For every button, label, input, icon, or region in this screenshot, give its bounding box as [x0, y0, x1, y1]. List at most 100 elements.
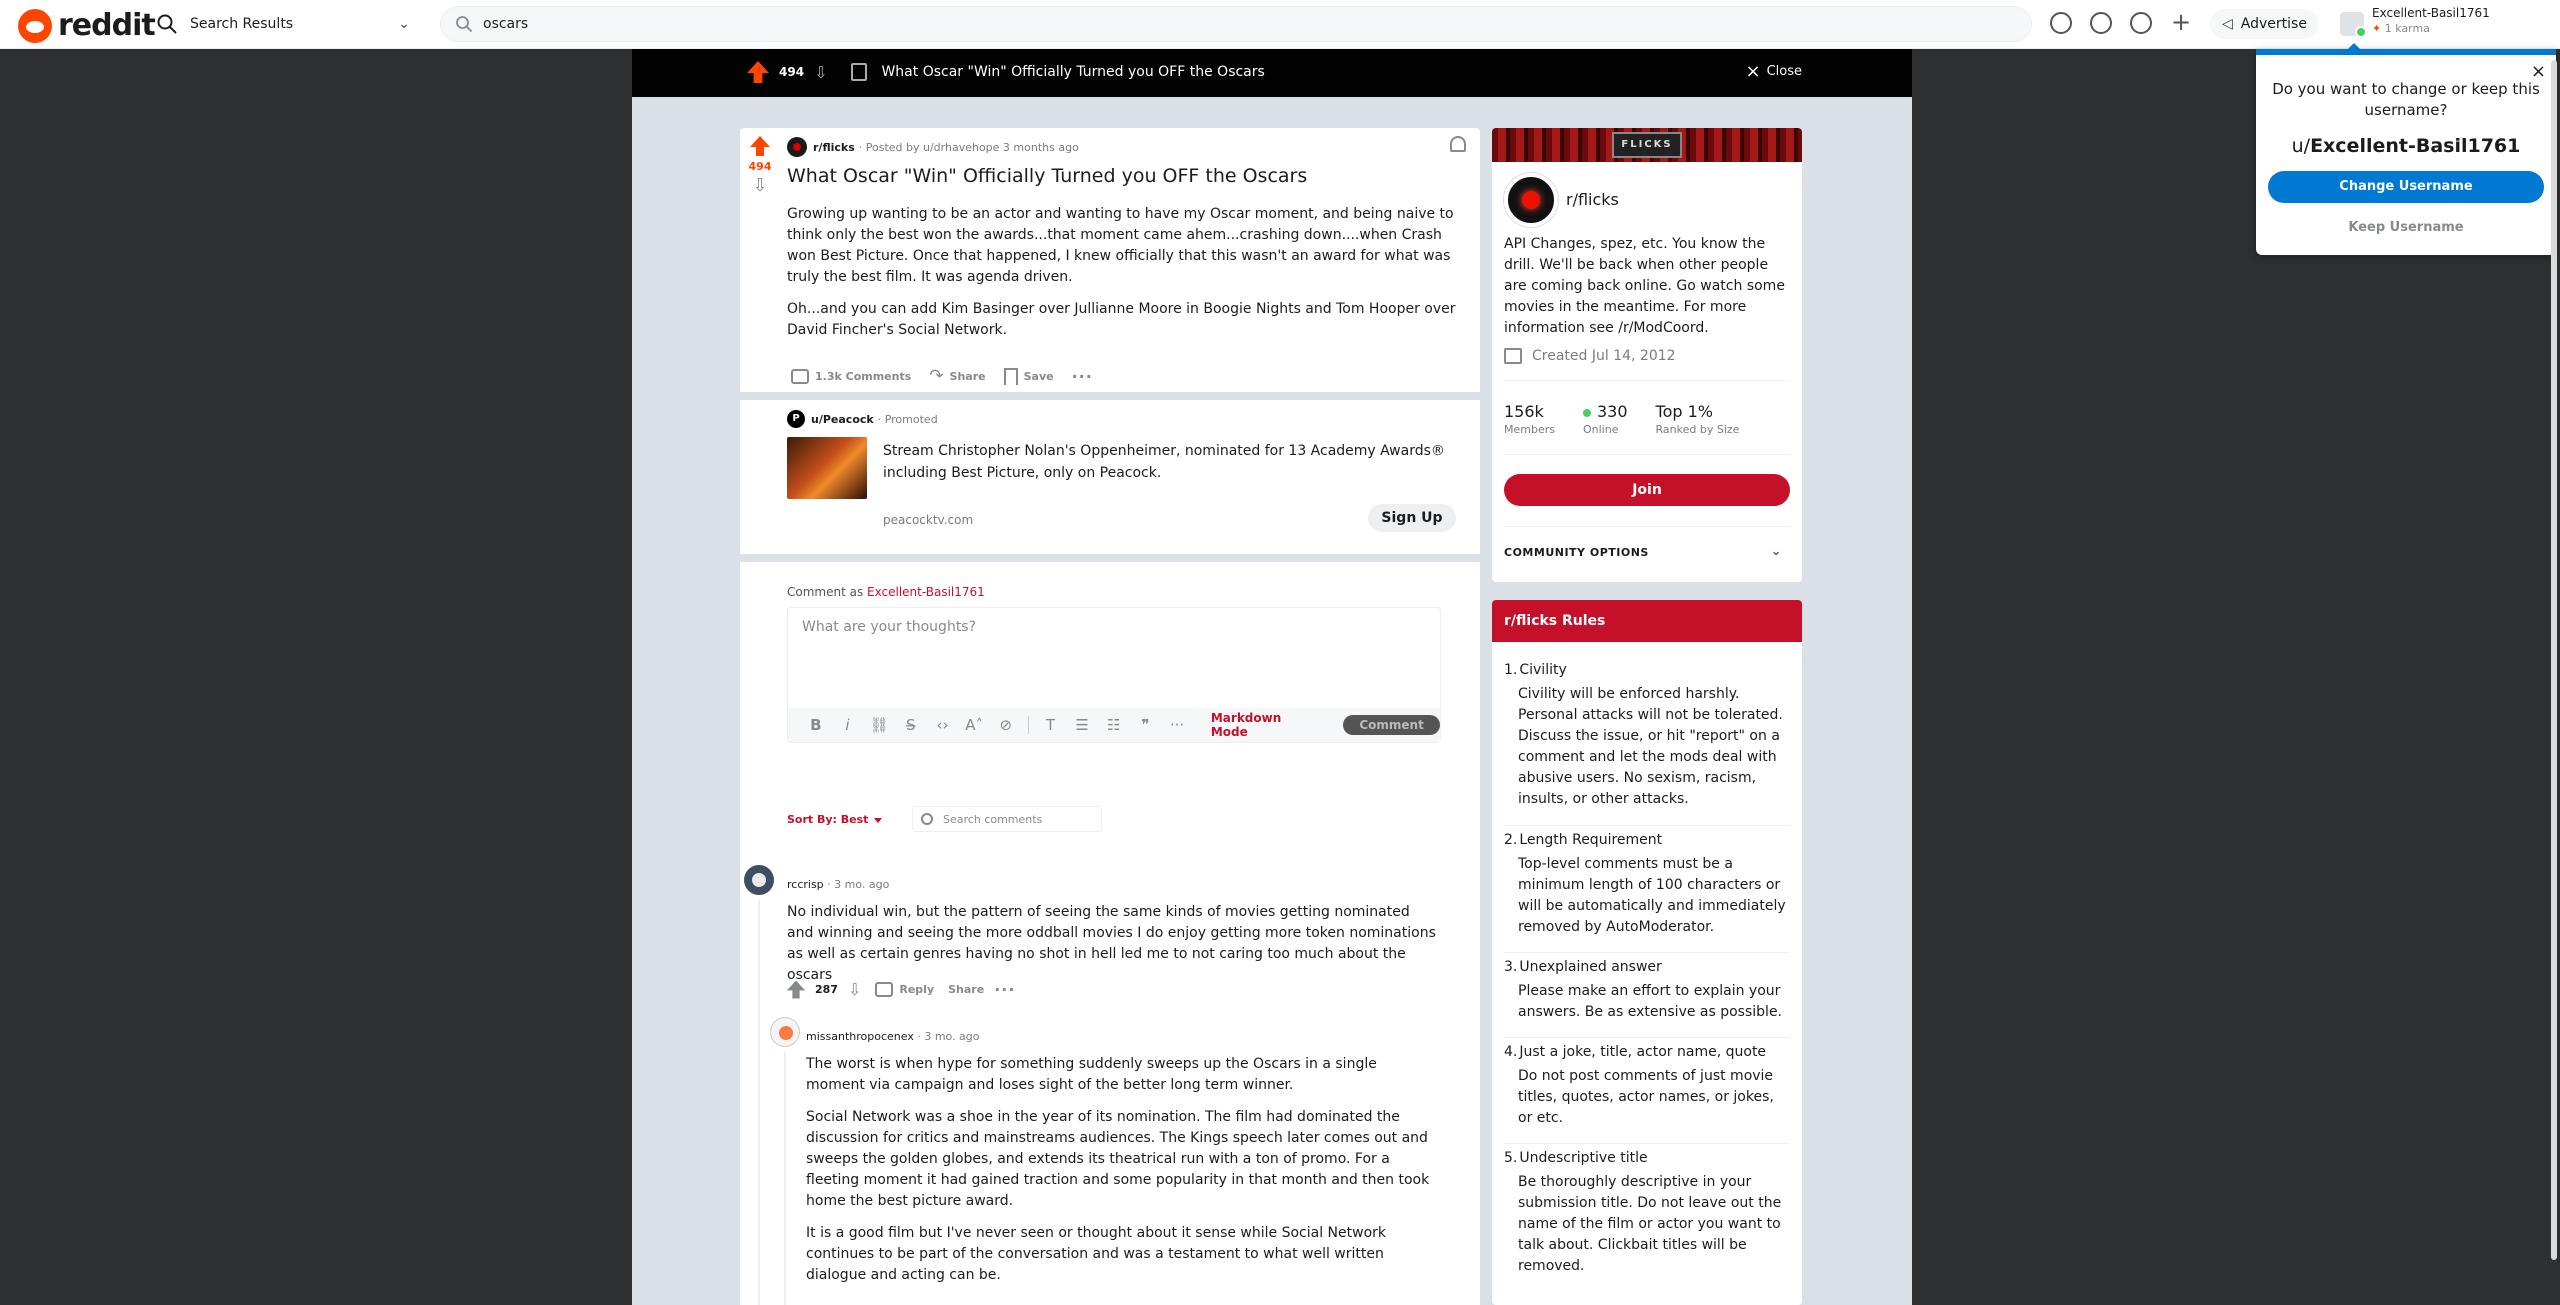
spoiler-icon[interactable]: ⊘ — [990, 716, 1022, 734]
rule-description: Civility will be enforced harshly. Perso… — [1518, 686, 1783, 807]
heading-icon[interactable]: T — [1035, 716, 1067, 734]
promoted-post[interactable]: P u/Peacock · Promoted Stream Christophe… — [740, 400, 1480, 554]
reply-button[interactable]: Reply — [871, 980, 938, 999]
italic-icon[interactable]: i — [832, 716, 864, 734]
change-username-button[interactable]: Change Username — [2268, 171, 2544, 203]
comment-author[interactable]: missanthropocenex — [806, 1030, 914, 1043]
upvote-icon[interactable] — [747, 61, 769, 83]
comment-share-button[interactable]: Share — [948, 983, 984, 996]
bell-icon[interactable] — [1450, 136, 1466, 152]
logo-text: reddit — [58, 8, 156, 43]
bulleted-list-icon[interactable]: ☰ — [1066, 716, 1098, 734]
comment-search-input[interactable]: Search comments — [912, 806, 1102, 832]
comments-button[interactable]: 1.3k Comments — [787, 367, 915, 386]
promoted-label: · Promoted — [877, 412, 938, 426]
scrollbar[interactable] — [2551, 60, 2557, 1260]
ad-thumbnail[interactable] — [787, 437, 867, 499]
sign-up-button[interactable]: Sign Up — [1368, 504, 1456, 532]
numbered-list-icon[interactable]: ☷ — [1098, 716, 1130, 734]
chat-icon[interactable] — [2090, 12, 2112, 34]
strikethrough-icon[interactable]: S̶ — [895, 716, 927, 734]
superscript-icon[interactable]: A˄ — [958, 716, 990, 734]
banner-logo: FLICKS — [1612, 132, 1682, 158]
cake-icon — [1504, 348, 1522, 364]
create-post-icon[interactable]: + — [2170, 10, 2192, 34]
bold-icon[interactable]: B — [800, 716, 832, 734]
avatar[interactable] — [744, 865, 774, 895]
submit-comment-button[interactable]: Comment — [1343, 715, 1441, 735]
top-header: reddit Search Results ⌄ oscars + ◁ Adver… — [0, 0, 2560, 49]
upvote-icon[interactable] — [787, 980, 805, 999]
rule-item[interactable]: 3. Unexplained answer Please make an effo… — [1504, 959, 1790, 1023]
search-bar[interactable]: oscars — [440, 6, 2032, 42]
post-meta: r/flicks · Posted by u/drhavehope 3 mont… — [787, 137, 1079, 157]
link-icon[interactable]: ⛓ — [863, 716, 895, 734]
quote-icon[interactable]: ❞ — [1130, 716, 1162, 734]
post-title: What Oscar "Win" Officially Turned you O… — [787, 165, 1308, 187]
downvote-icon[interactable]: ⇩ — [848, 980, 861, 999]
rule-title: Unexplained answer — [1519, 959, 1662, 975]
subreddit-link[interactable]: r/flicks — [813, 141, 855, 154]
share-button[interactable]: ↷ Share — [925, 364, 989, 388]
community-name[interactable]: r/flicks — [1566, 190, 1619, 209]
avatar[interactable] — [770, 1017, 800, 1047]
rule-item[interactable]: 2. Length Requirement Top-level comments … — [1504, 832, 1790, 938]
join-button[interactable]: Join — [1504, 474, 1790, 506]
ad-url[interactable]: peacocktv.com — [883, 513, 973, 527]
upvote-icon[interactable] — [750, 136, 770, 156]
comment-paragraph: No individual win, but the pattern of se… — [787, 904, 1436, 983]
community-options-toggle[interactable]: COMMUNITY OPTIONS ⌄ — [1504, 544, 1790, 559]
comment-placeholder[interactable]: What are your thoughts? — [802, 619, 976, 635]
search-input[interactable]: oscars — [483, 16, 528, 32]
comment-author[interactable]: rccrisp — [787, 878, 824, 891]
post-paragraph: Growing up wanting to be an actor and wa… — [787, 206, 1454, 285]
thread-line[interactable] — [758, 900, 760, 1305]
keep-username-button[interactable]: Keep Username — [2256, 220, 2556, 235]
reddit-snoo-icon — [18, 8, 52, 43]
more-icon[interactable]: ··· — [994, 980, 1015, 999]
community-avatar[interactable] — [1504, 173, 1558, 227]
search-icon — [921, 813, 933, 825]
community-rules: r/flicks Rules 1. Civility Civility will … — [1492, 600, 1802, 1305]
markdown-mode-button[interactable]: Markdown Mode — [1211, 711, 1321, 739]
rules-title: r/flicks Rules — [1492, 600, 1802, 642]
posted-by: · Posted by u/drhavehope 3 months ago — [858, 140, 1079, 154]
vote-column: 494 ⇩ — [740, 128, 780, 196]
downvote-icon[interactable]: ⇩ — [814, 63, 827, 82]
bookmark-icon — [1003, 367, 1018, 385]
comment-as-user[interactable]: Excellent-Basil1761 — [867, 585, 985, 599]
share-icon: ↷ — [929, 366, 944, 386]
divider — [1504, 380, 1790, 381]
save-button[interactable]: Save — [1000, 366, 1058, 387]
inline-code-icon[interactable]: ‹› — [927, 716, 959, 734]
rule-item[interactable]: 5. Undescriptive title Be thoroughly desc… — [1504, 1150, 1790, 1277]
reddit-logo[interactable]: reddit — [18, 8, 156, 43]
notifications-icon[interactable] — [2130, 12, 2152, 34]
community-description: API Changes, spez, etc. You know the dri… — [1504, 236, 1785, 336]
popup-question: Do you want to change or keep this usern… — [2272, 80, 2540, 119]
user-menu[interactable]: Excellent-Basil1761 ✦ 1 karma — [2340, 6, 2540, 42]
rule-item[interactable]: 1. Civility Civility will be enforced har… — [1504, 662, 1790, 810]
comment-icon — [875, 982, 894, 997]
feed-dropdown-label: Search Results — [190, 16, 294, 32]
comment-editor[interactable]: What are your thoughts? B i ⛓ S̶ ‹› A˄ ⊘… — [787, 607, 1441, 743]
advertiser-name[interactable]: u/Peacock — [811, 413, 874, 426]
advertise-button[interactable]: ◁ Advertise — [2210, 9, 2319, 39]
more-options-button[interactable]: ··· — [1068, 365, 1097, 388]
popular-icon[interactable] — [2050, 12, 2072, 34]
more-icon[interactable]: ··· — [1161, 716, 1193, 734]
close-button[interactable]: × Close — [1745, 62, 1802, 80]
subreddit-avatar[interactable] — [787, 137, 807, 157]
close-label: Close — [1766, 64, 1802, 79]
sort-dropdown[interactable]: Sort By: Best — [787, 813, 883, 826]
thread-line[interactable] — [784, 1052, 786, 1305]
user-name: Excellent-Basil1761 — [2372, 6, 2490, 20]
divider — [1504, 1143, 1790, 1144]
rule-item[interactable]: 4. Just a joke, title, actor name, quote … — [1504, 1044, 1790, 1129]
more-icon: ··· — [1071, 366, 1093, 386]
post-body: Growing up wanting to be an actor and wa… — [787, 204, 1473, 352]
rule-description: Top-level comments must be a minimum len… — [1518, 856, 1786, 935]
post-bar-score: 494 — [779, 65, 805, 79]
feed-dropdown[interactable]: Search Results ⌄ — [156, 8, 416, 40]
downvote-icon[interactable]: ⇩ — [740, 175, 780, 196]
